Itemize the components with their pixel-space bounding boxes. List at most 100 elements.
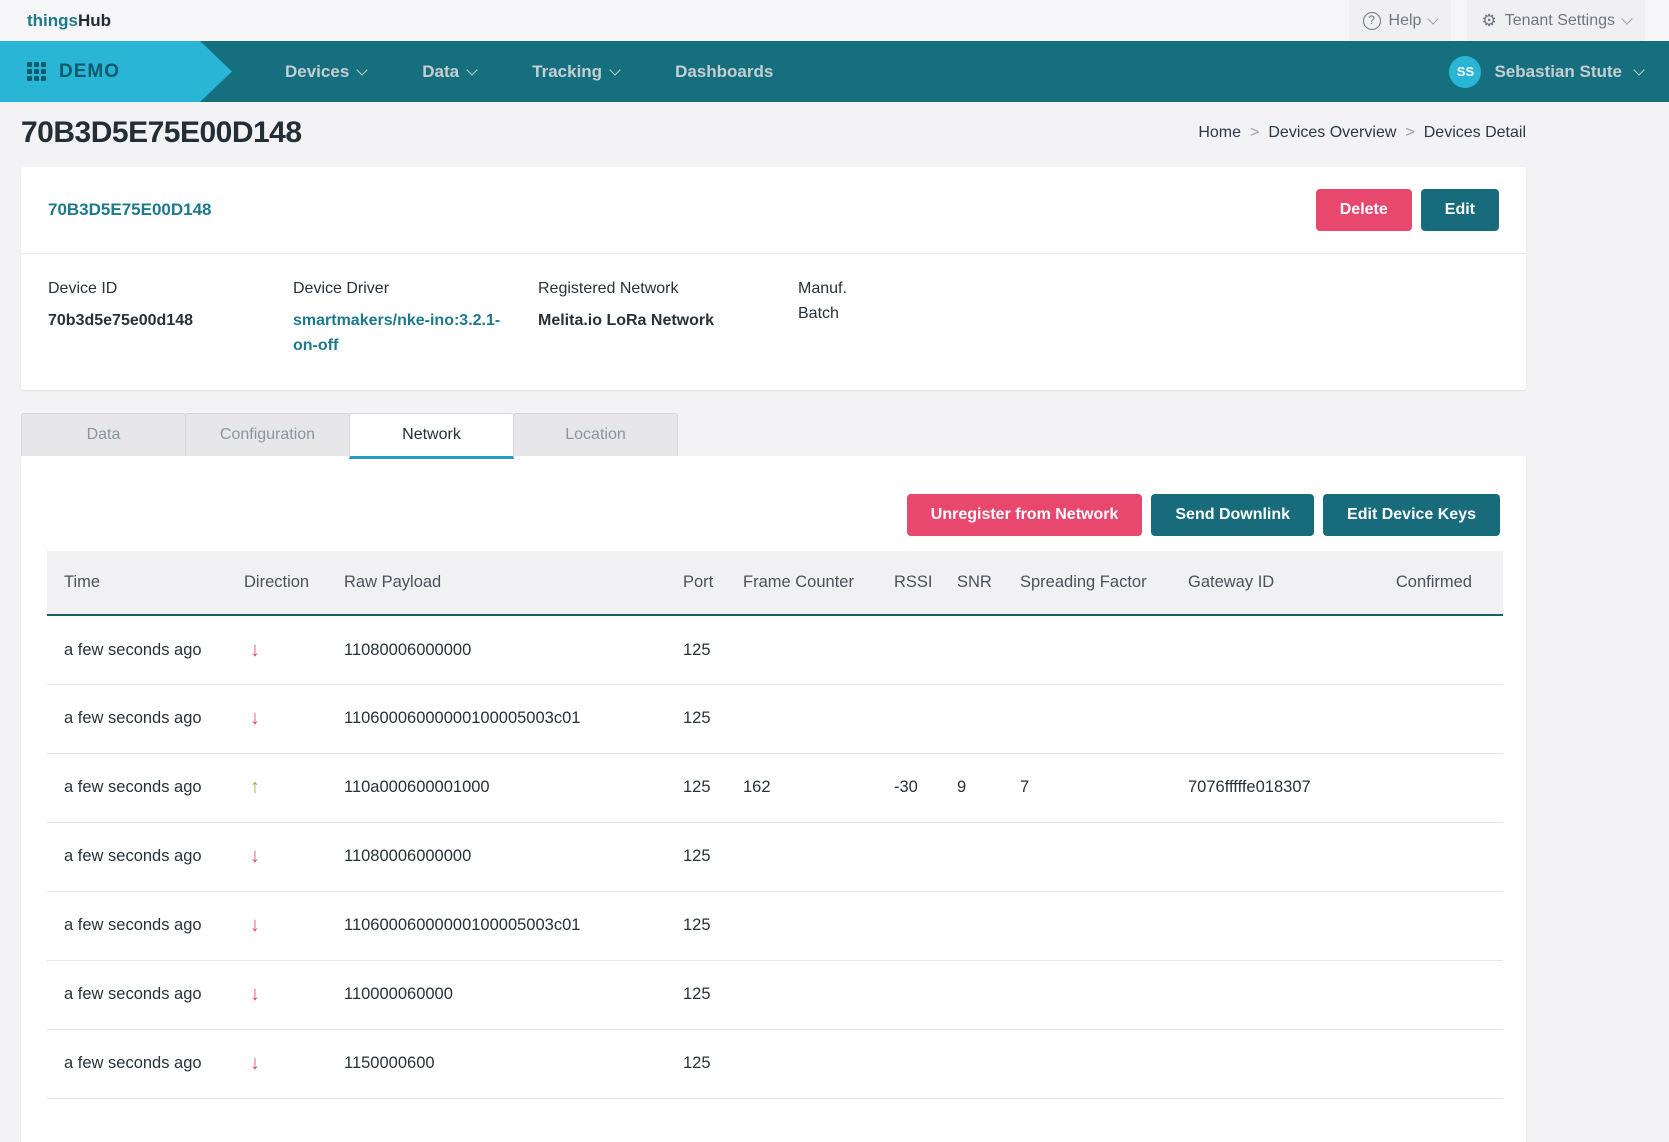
- cell-direction: ↓: [227, 684, 327, 753]
- cell-time: a few seconds ago: [47, 615, 227, 684]
- cell-rssi: [877, 684, 940, 753]
- help-menu[interactable]: ? Help: [1349, 0, 1452, 41]
- column-header-raw-payload: Raw Payload: [327, 551, 666, 615]
- cell-time: a few seconds ago: [47, 753, 227, 822]
- network-tab-panel: Unregister from Network Send Downlink Ed…: [21, 456, 1526, 1142]
- cell-spreading-factor: 7: [1003, 753, 1171, 822]
- chevron-down-icon: [1428, 13, 1439, 24]
- direction-arrow-icon: ↓: [250, 640, 260, 660]
- cell-port: 125: [666, 822, 726, 891]
- cell-raw-payload: 11060006000000100005003c01: [327, 891, 666, 960]
- column-header-frame-counter: Frame Counter: [726, 551, 877, 615]
- top-bar: thingsHub ? Help ⚙ Tenant Settings: [0, 0, 1669, 41]
- cell-port: 125: [666, 684, 726, 753]
- tab-configuration[interactable]: Configuration: [185, 413, 350, 456]
- column-header-confirmed: Confirmed: [1371, 551, 1503, 615]
- tab-network[interactable]: Network: [349, 413, 514, 459]
- nav-label: Dashboards: [675, 62, 773, 82]
- tab-bar: Data Configuration Network Location: [21, 413, 1526, 456]
- device-card-title: 70B3D5E75E00D148: [48, 200, 212, 220]
- cell-gateway-id: [1171, 960, 1371, 1029]
- cell-time: a few seconds ago: [47, 1029, 227, 1098]
- breadcrumb-separator: >: [1250, 124, 1259, 142]
- breadcrumb-devices-overview[interactable]: Devices Overview: [1268, 124, 1396, 142]
- device-driver-link[interactable]: smartmakers/nke-ino:3.2.1-on-off: [293, 309, 511, 359]
- cell-raw-payload: 11060006000000100005003c01: [327, 684, 666, 753]
- nav-item-dashboards[interactable]: Dashboards: [675, 62, 773, 82]
- field-value: Melita.io LoRa Network: [538, 309, 798, 334]
- cell-spreading-factor: [1003, 615, 1171, 684]
- cell-gateway-id: [1171, 615, 1371, 684]
- nav-label: Devices: [285, 62, 349, 82]
- cell-gateway-id: [1171, 822, 1371, 891]
- tab-data[interactable]: Data: [21, 413, 186, 456]
- cell-snr: 9: [940, 753, 1003, 822]
- table-row: a few seconds ago ↓ 11060006000000100005…: [47, 684, 1503, 753]
- page-content: 70B3D5E75E00D148 Home > Devices Overview…: [21, 116, 1526, 1142]
- tenant-selector[interactable]: DEMO: [0, 41, 232, 102]
- cell-direction: ↓: [227, 822, 327, 891]
- field-label: Registered Network: [538, 277, 798, 302]
- cell-frame-counter: 162: [726, 753, 877, 822]
- chevron-down-icon: [1633, 64, 1644, 75]
- nav-item-data[interactable]: Data: [422, 62, 476, 82]
- nav-items: Devices Data Tracking Dashboards: [285, 62, 773, 82]
- network-packets-table: Time Direction Raw Payload Port Frame Co…: [47, 551, 1503, 1099]
- page-title: 70B3D5E75E00D148: [21, 116, 302, 150]
- delete-button[interactable]: Delete: [1316, 189, 1412, 231]
- avatar: SS: [1449, 56, 1481, 88]
- chevron-down-icon: [466, 64, 477, 75]
- nav-item-tracking[interactable]: Tracking: [532, 62, 619, 82]
- edit-device-keys-button[interactable]: Edit Device Keys: [1323, 494, 1500, 536]
- field-label: Device Driver: [293, 277, 538, 302]
- cell-raw-payload: 11080006000000: [327, 615, 666, 684]
- cell-time: a few seconds ago: [47, 822, 227, 891]
- tab-location[interactable]: Location: [513, 413, 678, 456]
- table-row: a few seconds ago ↓ 11060006000000100005…: [47, 891, 1503, 960]
- table-row: a few seconds ago ↓ 110000060000 125: [47, 960, 1503, 1029]
- cell-confirmed: [1371, 1029, 1503, 1098]
- cell-raw-payload: 110000060000: [327, 960, 666, 1029]
- cell-confirmed: [1371, 753, 1503, 822]
- table-header-row: Time Direction Raw Payload Port Frame Co…: [47, 551, 1503, 615]
- cell-spreading-factor: [1003, 684, 1171, 753]
- cell-confirmed: [1371, 684, 1503, 753]
- gear-icon: ⚙: [1481, 12, 1496, 29]
- edit-button[interactable]: Edit: [1421, 189, 1499, 231]
- tenant-settings-menu[interactable]: ⚙ Tenant Settings: [1467, 0, 1645, 41]
- cell-direction: ↓: [227, 1029, 327, 1098]
- cell-frame-counter: [726, 891, 877, 960]
- cell-port: 125: [666, 753, 726, 822]
- cell-rssi: [877, 960, 940, 1029]
- main-nav: DEMO Devices Data Tracking Dashboards SS…: [0, 41, 1669, 102]
- field-label: Device ID: [48, 277, 293, 302]
- breadcrumb-separator: >: [1405, 124, 1414, 142]
- unregister-from-network-button[interactable]: Unregister from Network: [907, 494, 1143, 536]
- cell-confirmed: [1371, 891, 1503, 960]
- user-menu[interactable]: SS Sebastian Stute: [1449, 56, 1643, 88]
- nav-item-devices[interactable]: Devices: [285, 62, 366, 82]
- cell-snr: [940, 684, 1003, 753]
- cell-frame-counter: [726, 822, 877, 891]
- cell-frame-counter: [726, 960, 877, 1029]
- cell-time: a few seconds ago: [47, 960, 227, 1029]
- nav-label: Data: [422, 62, 459, 82]
- cell-time: a few seconds ago: [47, 684, 227, 753]
- app-logo[interactable]: thingsHub: [27, 11, 111, 31]
- chevron-down-icon: [609, 64, 620, 75]
- send-downlink-button[interactable]: Send Downlink: [1151, 494, 1314, 536]
- table-row: a few seconds ago ↑ 110a000600001000 125…: [47, 753, 1503, 822]
- breadcrumb-home[interactable]: Home: [1198, 124, 1241, 142]
- tenant-settings-label: Tenant Settings: [1505, 12, 1615, 30]
- column-header-snr: SNR: [940, 551, 1003, 615]
- cell-direction: ↓: [227, 615, 327, 684]
- cell-spreading-factor: [1003, 1029, 1171, 1098]
- column-header-port: Port: [666, 551, 726, 615]
- field-value: 70b3d5e75e00d148: [48, 309, 293, 334]
- chevron-down-icon: [1621, 13, 1632, 24]
- cell-confirmed: [1371, 960, 1503, 1029]
- field-registered-network: Registered Network Melita.io LoRa Networ…: [538, 277, 798, 358]
- grid-icon: [27, 62, 46, 81]
- direction-arrow-icon: ↓: [250, 846, 260, 866]
- cell-time: a few seconds ago: [47, 891, 227, 960]
